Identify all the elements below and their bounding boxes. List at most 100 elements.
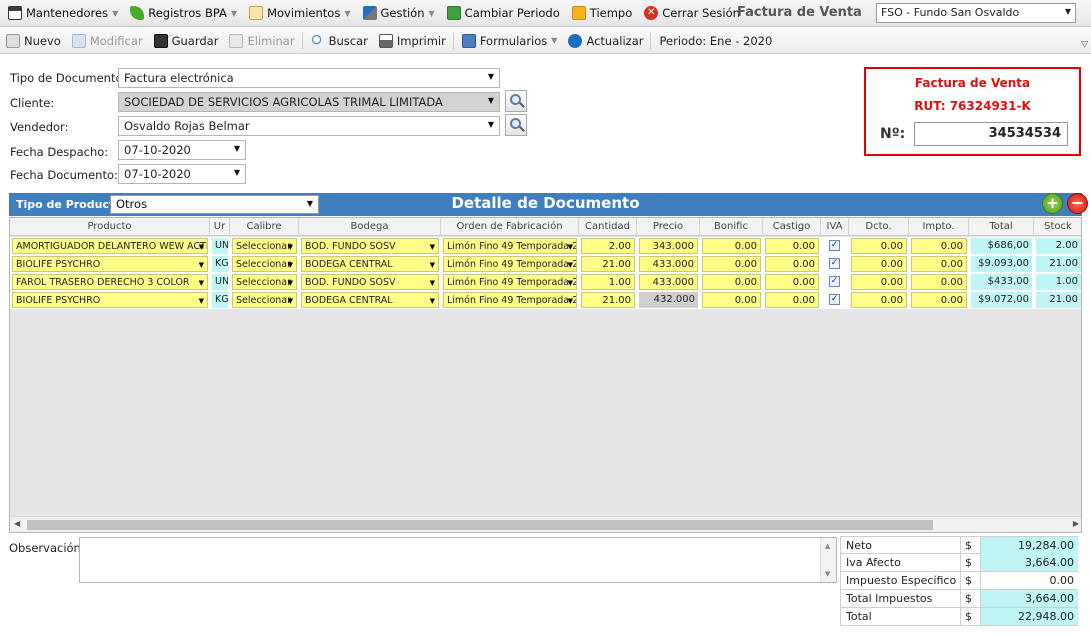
discount-input[interactable]: 0.00 xyxy=(851,292,907,308)
caliber-select[interactable]: Seleccionar ▼ xyxy=(232,256,297,272)
table-row[interactable]: BIOLIFE PSYCHRO ▼ KG Seleccionar ▼ BODEGA CEN… xyxy=(10,291,1081,309)
search-button[interactable]: Buscar xyxy=(305,33,373,48)
seller-select[interactable]: Osvaldo Rojas Belmar ▼ xyxy=(118,116,500,136)
print-button[interactable]: Imprimir xyxy=(373,33,451,48)
quantity-input[interactable]: 1.00 xyxy=(581,274,635,290)
menu-tiempo[interactable]: Tiempo xyxy=(564,0,636,27)
totals-label: Impuesto Específico xyxy=(846,574,957,587)
price-input[interactable]: 433.000 xyxy=(639,256,698,272)
product-select[interactable]: AMORTIGUADOR DELANTERO WEW ACTRO ▼ xyxy=(12,238,208,254)
column-header[interactable]: Cantidad xyxy=(579,218,637,236)
scroll-right-icon[interactable]: ▶ xyxy=(1073,519,1079,528)
branch-select[interactable]: FSO - Fundo San Osvaldo ▼ xyxy=(876,3,1076,23)
column-header[interactable]: Orden de Fabricación xyxy=(441,218,579,236)
doc-date-picker[interactable]: 07-10-2020 ▼ xyxy=(118,164,246,184)
caliber-select[interactable]: Seleccionar ▼ xyxy=(232,274,297,290)
delete-button[interactable]: Eliminar xyxy=(223,33,299,48)
column-header[interactable]: Calibre xyxy=(230,218,299,236)
caliber-select[interactable]: Seleccionar ▼ xyxy=(232,292,297,308)
edit-button[interactable]: Modificar xyxy=(66,33,148,48)
discount-input[interactable]: 0.00 xyxy=(851,238,907,254)
penalty-input[interactable]: 0.00 xyxy=(765,292,819,308)
discount-input[interactable]: 0.00 xyxy=(851,256,907,272)
penalty-input[interactable]: 0.00 xyxy=(765,256,819,272)
new-button[interactable]: Nuevo xyxy=(0,33,66,48)
warehouse-select[interactable]: BODEGA CENTRAL ▼ xyxy=(301,292,439,308)
product-select[interactable]: BIOLIFE PSYCHRO ▼ xyxy=(12,256,208,272)
product-select[interactable]: BIOLIFE PSYCHRO ▼ xyxy=(12,292,208,308)
quantity-input[interactable]: 21.00 xyxy=(581,256,635,272)
horizontal-scrollbar[interactable]: ◀ ▶ xyxy=(10,516,1081,532)
iva-checkbox[interactable]: ✓ xyxy=(829,276,840,287)
menu-mantenedores[interactable]: Mantenedores ▼ xyxy=(0,0,122,27)
column-header[interactable]: Impto. xyxy=(909,218,969,236)
menu-cambiar-periodo[interactable]: Cambiar Periodo xyxy=(439,0,564,27)
column-header[interactable]: Bonific xyxy=(700,218,763,236)
bonus-input[interactable]: 0.00 xyxy=(702,256,761,272)
refresh-button[interactable]: Actualizar xyxy=(562,33,648,48)
collapse-icon[interactable]: ▽ xyxy=(1081,40,1088,50)
warehouse-select[interactable]: BOD. FUNDO SOSV ▼ xyxy=(301,238,439,254)
column-header[interactable]: Producto xyxy=(10,218,210,236)
stock-cell: 2.00 xyxy=(1036,238,1081,254)
dispatch-date-picker[interactable]: 07-10-2020 ▼ xyxy=(118,140,246,160)
price-input[interactable]: 433.000 xyxy=(639,274,698,290)
column-header[interactable]: Dcto. xyxy=(849,218,909,236)
bonus-input[interactable]: 0.00 xyxy=(702,274,761,290)
iva-checkbox[interactable]: ✓ xyxy=(829,240,840,251)
column-header[interactable]: IVA xyxy=(821,218,849,236)
remove-row-button[interactable]: − xyxy=(1067,193,1088,214)
tax-input[interactable]: 0.00 xyxy=(911,238,967,254)
iva-checkbox[interactable]: ✓ xyxy=(829,258,840,269)
penalty-input[interactable]: 0.00 xyxy=(765,238,819,254)
quantity-input[interactable]: 21.00 xyxy=(581,292,635,308)
client-select[interactable]: SOCIEDAD DE SERVICIOS AGRICOLAS TRIMAL L… xyxy=(118,92,500,112)
tax-input[interactable]: 0.00 xyxy=(911,292,967,308)
forms-button[interactable]: Formularios ▼ xyxy=(456,33,563,48)
menu-registros-bpa[interactable]: Registros BPA ▼ xyxy=(122,0,241,27)
discount-input[interactable]: 0.00 xyxy=(851,274,907,290)
order-select[interactable]: Limón Fino 49 Temporada 20 ▼ xyxy=(443,274,577,290)
penalty-input[interactable]: 0.00 xyxy=(765,274,819,290)
order-select[interactable]: Limón Fino 49 Temporada 20 ▼ xyxy=(443,238,577,254)
bonus-input[interactable]: 0.00 xyxy=(702,238,761,254)
scroll-down-icon[interactable]: ▼ xyxy=(825,570,830,578)
menu-movimientos[interactable]: Movimientos ▼ xyxy=(241,0,354,27)
table-row[interactable]: FAROL TRASERO DERECHO 3 COLOR ▼ UN Seleccio… xyxy=(10,273,1081,291)
invoice-number-field[interactable]: 34534534 xyxy=(914,122,1068,146)
caliber-select[interactable]: Seleccionar ▼ xyxy=(232,238,297,254)
add-row-button[interactable]: + xyxy=(1042,193,1063,214)
bonus-input[interactable]: 0.00 xyxy=(702,292,761,308)
column-header[interactable]: Ur xyxy=(210,218,230,236)
order-select[interactable]: Limón Fino 49 Temporada 20 ▼ xyxy=(443,256,577,272)
order-select[interactable]: Limón Fino 49 Temporada 20 ▼ xyxy=(443,292,577,308)
column-header[interactable]: Stock xyxy=(1034,218,1081,236)
column-header[interactable]: Precio xyxy=(637,218,700,236)
product-type-select[interactable]: Otros ▼ xyxy=(110,195,319,214)
tax-input[interactable]: 0.00 xyxy=(911,274,967,290)
client-lookup-button[interactable] xyxy=(505,90,527,112)
quantity-input[interactable]: 2.00 xyxy=(581,238,635,254)
scroll-up-icon[interactable]: ▲ xyxy=(825,542,830,550)
menu-cerrar-sesion[interactable]: ✕ Cerrar Sesión xyxy=(636,0,744,27)
observation-textarea[interactable]: ▲ ▼ xyxy=(79,537,837,583)
warehouse-select[interactable]: BODEGA CENTRAL ▼ xyxy=(301,256,439,272)
scroll-left-icon[interactable]: ◀ xyxy=(14,519,20,528)
seller-lookup-button[interactable] xyxy=(505,114,527,136)
column-header[interactable]: Total xyxy=(969,218,1034,236)
price-input[interactable]: 343.000 xyxy=(639,238,698,254)
scrollbar-thumb[interactable] xyxy=(27,520,933,530)
observation-scrollbar[interactable]: ▲ ▼ xyxy=(820,538,836,582)
save-button[interactable]: Guardar xyxy=(148,33,224,48)
table-row[interactable]: BIOLIFE PSYCHRO ▼ KG Seleccionar ▼ BODEGA CEN… xyxy=(10,255,1081,273)
column-header[interactable]: Bodega xyxy=(299,218,441,236)
iva-checkbox[interactable]: ✓ xyxy=(829,294,840,305)
column-header[interactable]: Castigo xyxy=(763,218,821,236)
tax-input[interactable]: 0.00 xyxy=(911,256,967,272)
product-select[interactable]: FAROL TRASERO DERECHO 3 COLOR ▼ xyxy=(12,274,208,290)
price-input[interactable]: 432.000 xyxy=(639,292,698,308)
doc-type-select[interactable]: Factura electrónica ▼ xyxy=(118,68,500,88)
warehouse-select[interactable]: BOD. FUNDO SOSV ▼ xyxy=(301,274,439,290)
table-row[interactable]: AMORTIGUADOR DELANTERO WEW ACTRO ▼ UN Selec… xyxy=(10,237,1081,255)
menu-gestion[interactable]: Gestión ▼ xyxy=(355,0,439,27)
